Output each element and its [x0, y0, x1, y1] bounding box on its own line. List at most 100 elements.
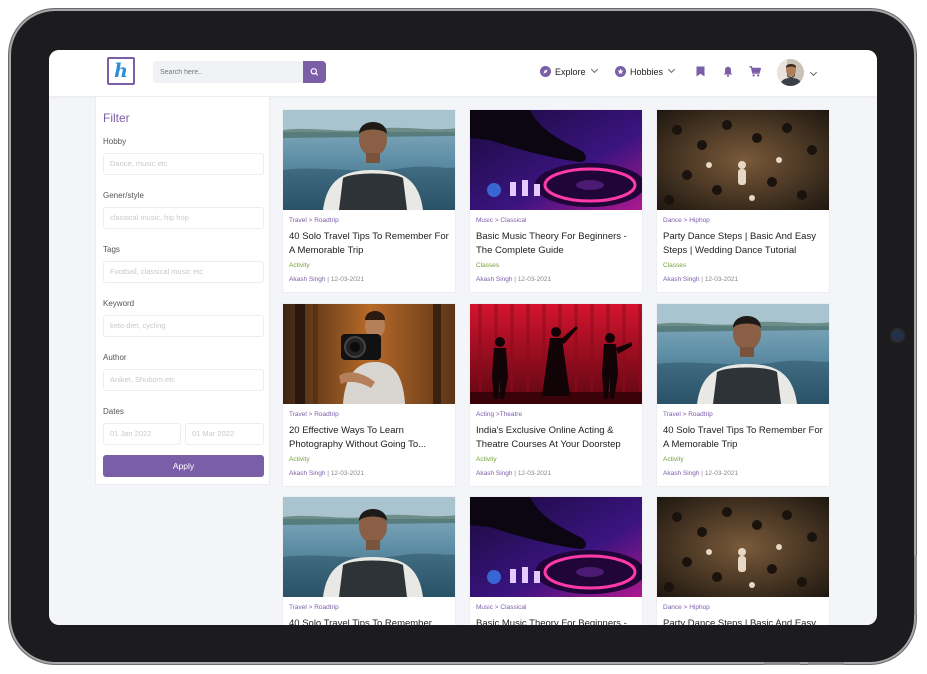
filter-title: Filter	[103, 111, 130, 125]
card-thumbnail	[657, 304, 829, 404]
explore-menu[interactable]: Explore	[540, 65, 598, 79]
genre-label: Gener/style	[103, 191, 144, 200]
card-date: 12-03-2021	[704, 276, 739, 283]
card-type-badge: Classes	[663, 262, 687, 269]
search-input[interactable]	[153, 61, 303, 83]
card-category[interactable]: Travel > Roadtrip	[289, 217, 339, 224]
bookmark-icon[interactable]	[696, 66, 705, 77]
chevron-down-icon	[590, 65, 598, 74]
card-category[interactable]: Travel > Roadtrip	[289, 411, 339, 418]
card-date: 12-03-2021	[330, 276, 365, 283]
bell-icon[interactable]	[723, 66, 733, 77]
author-input[interactable]: Aniket, Shubom etc	[103, 369, 264, 391]
hobbies-menu[interactable]: Hobbies	[615, 65, 676, 79]
date-from-input[interactable]: 01 Jan 2022	[103, 423, 181, 445]
card-type-badge: Classes	[476, 262, 500, 269]
card-thumbnail	[657, 110, 829, 210]
card-author[interactable]: Akash Singh	[476, 276, 513, 283]
card-meta: Akash Singh | 12-03-2021	[289, 470, 364, 477]
search-button[interactable]	[303, 61, 326, 83]
card-author[interactable]: Akash Singh	[289, 470, 326, 477]
top-button-left	[764, 662, 800, 665]
hobby-input[interactable]: Dance, music etc	[103, 153, 264, 175]
explore-label: Explore	[555, 67, 586, 77]
content-card[interactable]: Music > Classical Basic Music Theory For …	[469, 109, 643, 293]
card-author[interactable]: Akash Singh	[476, 470, 513, 477]
card-category[interactable]: Music > Classical	[476, 217, 526, 224]
cart-icon[interactable]	[749, 66, 761, 77]
card-date: 12-03-2021	[517, 276, 552, 283]
card-thumbnail	[283, 497, 455, 597]
card-title[interactable]: Basic Music Theory For Beginners - The C…	[476, 230, 640, 258]
card-category[interactable]: Acting >Theatre	[476, 411, 522, 418]
content-card[interactable]: Dance > Hiphop Party Dance Steps | Basic …	[656, 496, 830, 625]
filter-panel: Filter Hobby Dance, music etc Gener/styl…	[95, 96, 270, 485]
content-card[interactable]: Dance > Hiphop Party Dance Steps | Basic …	[656, 109, 830, 293]
date-to-input[interactable]: 01 Mar 2022	[185, 423, 264, 445]
content-card[interactable]: Travel > Roadtrip 40 Solo Travel Tips To …	[282, 109, 456, 293]
card-author[interactable]: Akash Singh	[663, 470, 700, 477]
card-category[interactable]: Dance > Hiphop	[663, 217, 710, 224]
compass-icon	[540, 66, 551, 78]
card-category[interactable]: Music > Classical	[476, 604, 526, 611]
card-type-badge: Activity	[476, 456, 497, 463]
apply-button[interactable]: Apply	[103, 455, 264, 477]
card-thumbnail	[470, 497, 642, 597]
card-title[interactable]: Party Dance Steps | Basic And Easy	[663, 617, 827, 625]
card-type-badge: Activity	[663, 456, 684, 463]
camera-dot	[892, 330, 903, 341]
avatar[interactable]	[777, 59, 804, 86]
volume-button	[914, 555, 917, 615]
top-button-right	[808, 662, 844, 665]
card-meta: Akash Singh | 12-03-2021	[476, 276, 551, 283]
content-card[interactable]: Travel > Roadtrip 20 Effective Ways To Le…	[282, 303, 456, 487]
card-thumbnail	[657, 497, 829, 597]
tags-label: Tags	[103, 245, 120, 254]
hobbies-label: Hobbies	[630, 67, 664, 77]
card-type-badge: Activity	[289, 262, 310, 269]
card-thumbnail	[470, 110, 642, 210]
content-card[interactable]: Acting >Theatre India's Exclusive Online …	[469, 303, 643, 487]
profile-chevron-down-icon[interactable]	[809, 68, 818, 77]
dates-label: Dates	[103, 407, 124, 416]
card-thumbnail	[283, 304, 455, 404]
card-author[interactable]: Akash Singh	[663, 276, 700, 283]
card-date: 12-03-2021	[330, 470, 365, 477]
card-title[interactable]: 40 Solo Travel Tips To Remember	[289, 617, 453, 625]
card-type-badge: Activity	[289, 456, 310, 463]
card-title[interactable]: 20 Effective Ways To Learn Photography W…	[289, 424, 453, 452]
card-category[interactable]: Travel > Roadtrip	[663, 411, 713, 418]
card-meta: Akash Singh | 12-03-2021	[663, 276, 738, 283]
card-thumbnail	[283, 110, 455, 210]
card-title[interactable]: Party Dance Steps | Basic And Easy Steps…	[663, 230, 827, 258]
app-screen: h Explore Hobbies	[49, 50, 877, 625]
keyword-input[interactable]: keto diet, cycling	[103, 315, 264, 337]
top-navbar: h Explore Hobbies	[49, 50, 877, 96]
keyword-label: Keyword	[103, 299, 135, 308]
genre-input[interactable]: classical music, hip hop	[103, 207, 264, 229]
card-thumbnail	[470, 304, 642, 404]
card-title[interactable]: 40 Solo Travel Tips To Remember For A Me…	[289, 230, 453, 258]
content-card[interactable]: Travel > Roadtrip 40 Solo Travel Tips To …	[656, 303, 830, 487]
hobby-label: Hobby	[103, 137, 127, 146]
search-bar	[153, 61, 326, 83]
card-category[interactable]: Dance > Hiphop	[663, 604, 710, 611]
tags-input[interactable]: Football, classical music etc	[103, 261, 264, 283]
card-title[interactable]: Basic Music Theory For Beginners -	[476, 617, 640, 625]
search-icon	[310, 68, 318, 76]
card-date: 12-03-2021	[517, 470, 552, 477]
author-label: Author	[103, 353, 127, 362]
card-author[interactable]: Akash Singh	[289, 276, 326, 283]
card-title[interactable]: 40 Solo Travel Tips To Remember For A Me…	[663, 424, 827, 452]
card-meta: Akash Singh | 12-03-2021	[476, 470, 551, 477]
star-icon	[615, 66, 626, 78]
chevron-down-icon	[667, 65, 676, 74]
card-meta: Akash Singh | 12-03-2021	[289, 276, 364, 283]
card-meta: Akash Singh | 12-03-2021	[663, 470, 738, 477]
logo[interactable]: h	[107, 57, 135, 85]
card-title[interactable]: India's Exclusive Online Acting & Theatr…	[476, 424, 640, 452]
card-category[interactable]: Travel > Roadtrip	[289, 604, 339, 611]
content-card[interactable]: Travel > Roadtrip 40 Solo Travel Tips To …	[282, 496, 456, 625]
content-card[interactable]: Music > Classical Basic Music Theory For …	[469, 496, 643, 625]
card-date: 12-03-2021	[704, 470, 739, 477]
